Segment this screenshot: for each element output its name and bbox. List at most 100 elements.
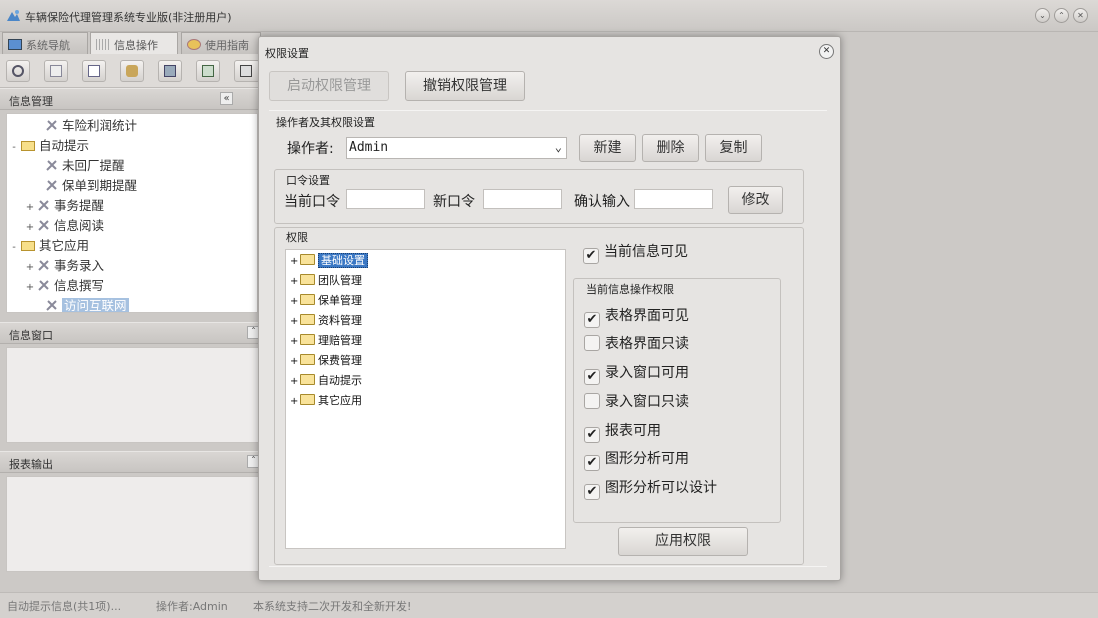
close-icon[interactable]: ✕	[1073, 8, 1088, 23]
tools-icon	[38, 220, 49, 231]
grid-icon	[96, 39, 110, 50]
expand-icon[interactable]: +	[290, 276, 298, 287]
tree-item[interactable]: + 其它应用	[290, 392, 362, 408]
checkbox-box[interactable]: ✔	[584, 455, 600, 471]
expand-icon[interactable]: +	[290, 376, 298, 387]
tree-item[interactable]: + 事务录入	[25, 255, 104, 273]
ops-checkbox[interactable]: ✔ 报表可用	[584, 420, 661, 443]
enable-permission-button[interactable]: 启动权限管理	[269, 71, 389, 101]
checkbox-box[interactable]	[584, 393, 600, 409]
folder-icon	[21, 141, 35, 151]
expand-icon[interactable]: +	[290, 356, 298, 367]
app-title: 车辆保险代理管理系统专业版(非注册用户)	[25, 11, 232, 24]
table-icon	[50, 65, 62, 77]
tree-item[interactable]: 保单到期提醒	[33, 175, 137, 193]
folder-icon	[21, 241, 35, 251]
checkbox-box[interactable]: ✔	[584, 369, 600, 385]
expand-icon[interactable]: +	[290, 296, 298, 307]
dialog-close-icon[interactable]: ✕	[819, 44, 834, 59]
tree-item[interactable]: + 团队管理	[290, 272, 362, 288]
tree-item[interactable]: + 事务提醒	[25, 195, 104, 213]
checkbox-box[interactable]: ✔	[584, 427, 600, 443]
export-tool-button[interactable]	[196, 60, 220, 82]
ops-checkbox[interactable]: 录入窗口只读	[584, 391, 689, 411]
ops-checkbox[interactable]: ✔ 录入窗口可用	[584, 362, 689, 385]
document-tool-button[interactable]	[82, 60, 106, 82]
tree-item[interactable]: + 保单管理	[290, 292, 362, 308]
tree-item[interactable]: + 保费管理	[290, 352, 362, 368]
status-bar: 自动提示信息(共1项)... 操作者:Admin 本系统支持二次开发和全新开发!	[0, 592, 1098, 618]
expand-icon[interactable]: +	[290, 336, 298, 347]
expand-icon[interactable]: +	[290, 396, 298, 407]
ops-checkbox[interactable]: ✔ 图形分析可用	[584, 448, 689, 471]
tree-item[interactable]: 车险利润统计	[33, 115, 137, 133]
search-tool-button[interactable]	[6, 60, 30, 82]
tree-item[interactable]: + 信息阅读	[25, 215, 104, 233]
tools-icon	[38, 200, 49, 211]
divider	[269, 566, 827, 567]
document-icon	[88, 65, 100, 77]
new-operator-button[interactable]: 新建	[579, 134, 636, 162]
compass-icon	[187, 39, 201, 50]
ops-checkbox[interactable]: ✔ 图形分析可以设计	[584, 477, 717, 500]
status-notice: 本系统支持二次开发和全新开发!	[253, 600, 412, 613]
collapse-left-icon[interactable]: «	[220, 92, 233, 105]
tab-system-nav[interactable]: 系统导航	[2, 32, 88, 54]
tree-item[interactable]: + 信息撰写	[25, 275, 104, 293]
apply-permission-button[interactable]: 应用权限	[618, 527, 748, 556]
visible-checkbox[interactable]: ✔ 当前信息可见	[583, 241, 688, 264]
checkbox-box[interactable]: ✔	[584, 484, 600, 500]
operator-select[interactable]: Admin ⌄	[346, 137, 567, 159]
ops-checkbox[interactable]: 表格界面只读	[584, 333, 689, 353]
tree-item[interactable]: - 其它应用	[9, 235, 89, 253]
folder-icon	[300, 254, 315, 265]
tree-item[interactable]: 未回厂提醒	[33, 155, 125, 173]
minimize-icon[interactable]: ⌄	[1035, 8, 1050, 23]
checkbox-box[interactable]: ✔	[584, 312, 600, 328]
report-output-body	[6, 476, 260, 572]
tree-item[interactable]: + 资料管理	[290, 312, 362, 328]
tree-item[interactable]: + 自动提示	[290, 372, 362, 388]
modify-password-button[interactable]: 修改	[728, 186, 783, 214]
users-tool-button[interactable]	[120, 60, 144, 82]
app-logo-icon	[7, 10, 20, 21]
status-operator: 操作者:Admin	[156, 600, 228, 613]
checkbox-box[interactable]	[584, 335, 600, 351]
ops-checkbox[interactable]: ✔ 表格界面可见	[584, 305, 689, 328]
folder-icon	[300, 314, 315, 325]
tree-item[interactable]: - 自动提示	[9, 135, 89, 153]
maximize-icon[interactable]: ⌃	[1054, 8, 1069, 23]
tree-item[interactable]: + 理赔管理	[290, 332, 362, 348]
permission-tree: + 基础设置 + 团队管理 + 保单管理 + 资料管理 + 理赔管理 + 保费管理 + 自动提…	[285, 249, 566, 549]
tab-info-ops[interactable]: 信息操作	[90, 32, 178, 54]
status-auto-tip[interactable]: 自动提示信息(共1项)...	[7, 598, 121, 614]
chevron-down-icon: ⌄	[554, 140, 562, 154]
tools-icon	[46, 160, 57, 171]
window-icon	[164, 65, 176, 77]
ops-group-label: 当前信息操作权限	[586, 283, 674, 296]
tools-icon	[38, 280, 49, 291]
delete-operator-button[interactable]: 删除	[642, 134, 699, 162]
window-tool-button[interactable]	[158, 60, 182, 82]
folder-icon	[300, 394, 315, 405]
print-tool-button[interactable]	[234, 60, 260, 82]
revoke-permission-button[interactable]: 撤销权限管理	[405, 71, 525, 101]
checkbox-box[interactable]: ✔	[583, 248, 599, 264]
expand-icon[interactable]: +	[290, 256, 298, 267]
expand-icon[interactable]: +	[290, 316, 298, 327]
current-password-input[interactable]	[346, 189, 425, 209]
users-icon	[126, 65, 138, 77]
info-window-header: 信息窗口 ˆ	[0, 322, 260, 344]
print-icon	[240, 65, 252, 77]
table-tool-button[interactable]	[44, 60, 68, 82]
tree-item[interactable]: 访问互联网	[33, 295, 129, 312]
confirm-password-label: 确认输入	[574, 194, 630, 210]
confirm-password-input[interactable]	[634, 189, 713, 209]
new-password-input[interactable]	[483, 189, 562, 209]
folder-icon	[300, 354, 315, 365]
tree-item[interactable]: + 基础设置	[290, 252, 368, 268]
tab-user-guide[interactable]: 使用指南	[181, 32, 261, 54]
copy-operator-button[interactable]: 复制	[705, 134, 762, 162]
folder-icon	[300, 334, 315, 345]
tools-icon	[46, 180, 57, 191]
